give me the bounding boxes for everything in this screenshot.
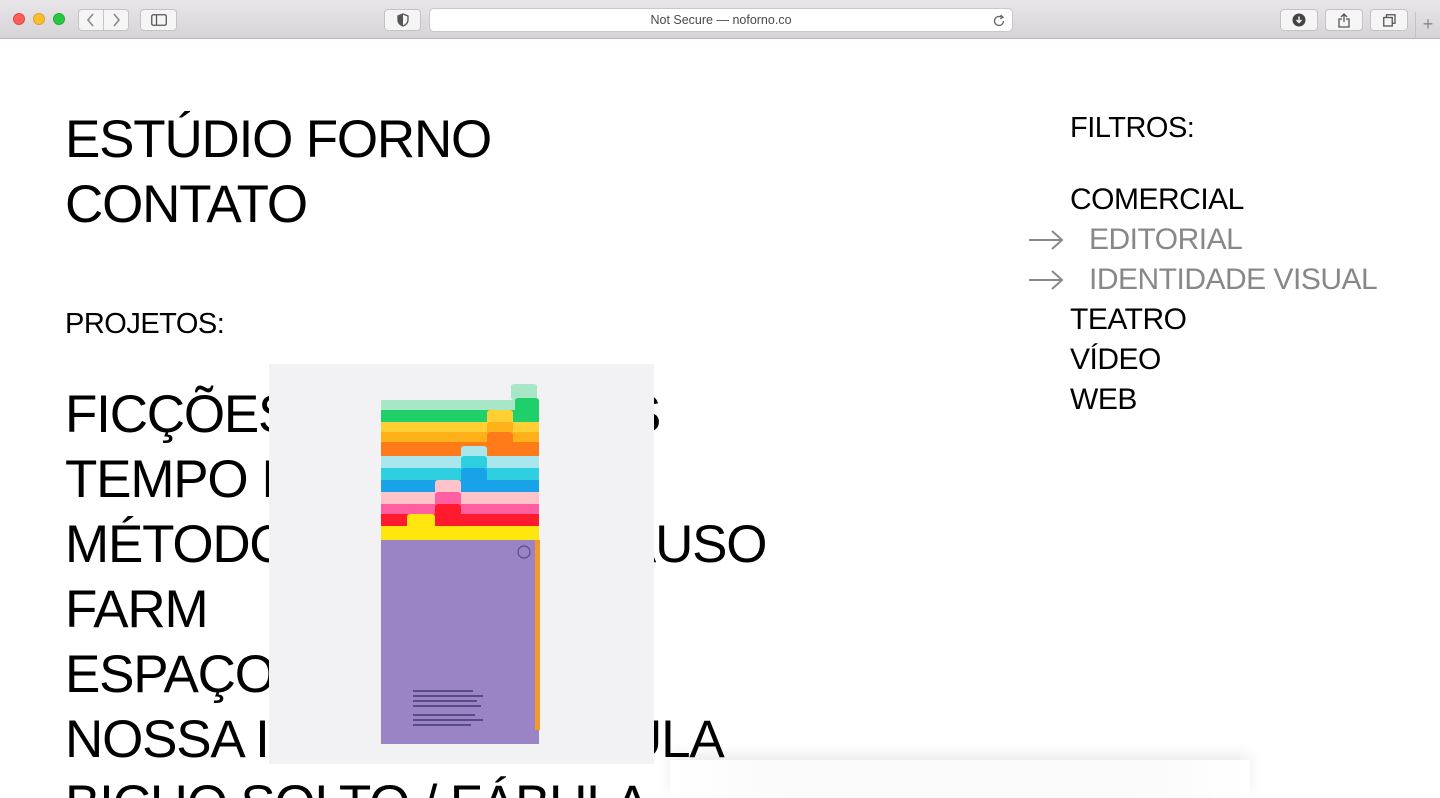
bottom-fade [670,760,1250,798]
project-item[interactable]: BICHO SOLTO / FÁBULA [65,772,766,798]
shield-icon [396,13,409,27]
filter-comercial[interactable]: COMERCIAL [1070,180,1377,220]
arrow-right-icon [1029,230,1064,250]
filter-label: IDENTIDADE VISUAL [1089,263,1378,296]
project-item-label: FICÇÕES [65,385,293,444]
maximize-window-button[interactable] [53,13,65,25]
filter-identidade-visual[interactable]: IDENTIDADE VISUAL [1029,260,1378,300]
nav-contact-link[interactable]: CONTATO [65,172,491,237]
minimize-window-button[interactable] [33,13,45,25]
filter-list: COMERCIAL EDITORIAL IDENTIDADE VISUAL TE… [1029,180,1378,420]
share-icon [1338,12,1350,28]
close-window-button[interactable] [13,13,25,25]
tabs-icon [1382,13,1396,27]
projects-label: PROJETOS: [65,308,225,340]
filter-web[interactable]: WEB [1070,380,1377,420]
arrow-right-icon [1029,270,1064,290]
project-item-label: NOSSA I [65,710,270,769]
filter-editorial[interactable]: EDITORIAL [1029,220,1377,260]
filter-video[interactable]: VÍDEO [1070,340,1377,380]
page: ESTÚDIO FORNO CONTATO PROJETOS: FICÇÕES … [0,40,1440,798]
back-icon [86,13,94,27]
privacy-button[interactable] [384,9,421,31]
forward-button[interactable] [103,9,129,31]
address-bar[interactable]: Not Secure — noforno.co [429,8,1013,32]
forward-icon [113,13,121,27]
main-nav: ESTÚDIO FORNO CONTATO [65,107,492,237]
sidebar-button[interactable] [140,9,177,31]
download-icon [1292,13,1306,27]
browser-toolbar: Not Secure — noforno.co + [0,0,1440,39]
nav-studio-link[interactable]: ESTÚDIO FORNO [65,107,492,172]
reload-button[interactable] [992,13,1006,35]
tab-overview-button[interactable] [1370,9,1408,31]
share-button[interactable] [1325,9,1363,31]
project-preview-image [269,364,654,764]
filter-label: EDITORIAL [1089,223,1243,256]
reload-icon [993,14,1005,27]
new-tab-button[interactable]: + [1415,12,1440,39]
filter-teatro[interactable]: TEATRO [1070,300,1377,340]
url-text: Not Secure — noforno.co [650,13,792,27]
filters-label: FILTROS: [1070,112,1195,144]
sidebar-icon [150,14,167,26]
back-button[interactable] [78,9,104,31]
downloads-button[interactable] [1280,9,1318,31]
booklet-illustration [269,364,654,764]
